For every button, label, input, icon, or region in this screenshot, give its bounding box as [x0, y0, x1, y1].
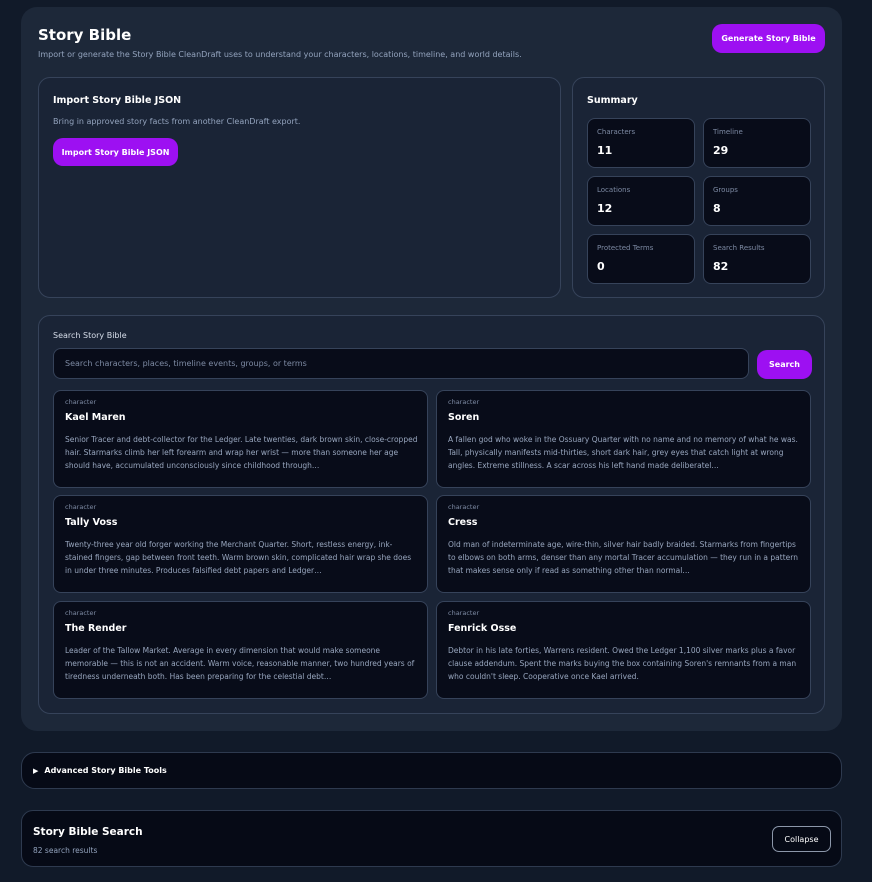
search-results-count: 82 search results [33, 846, 98, 855]
result-type: character [65, 503, 97, 511]
story-bible-search-title: Story Bible Search [33, 826, 143, 838]
import-title: Import Story Bible JSON [53, 95, 182, 106]
result-type: character [65, 398, 97, 406]
stat-label: Characters [597, 128, 636, 136]
stat-tile-locations: Locations 12 [587, 176, 695, 226]
result-type: character [448, 398, 480, 406]
import-description: Bring in approved story facts from anoth… [53, 117, 301, 126]
result-name: Tally Voss [65, 517, 118, 528]
result-card[interactable]: character Kael Maren Senior Tracer and d… [53, 390, 428, 488]
result-name: Kael Maren [65, 412, 126, 423]
result-description: A fallen god who woke in the Ossuary Qua… [448, 435, 798, 470]
summary-card: Summary Characters 11 Timeline 29 Locati… [572, 77, 825, 298]
stat-value: 11 [597, 144, 613, 157]
stat-label: Timeline [713, 128, 743, 136]
search-input[interactable] [53, 348, 749, 379]
stat-label: Groups [713, 186, 738, 194]
result-description: Debtor in his late forties, Warrens resi… [448, 646, 797, 681]
summary-title: Summary [587, 95, 638, 106]
result-type: character [65, 609, 97, 617]
result-card[interactable]: character Tally Voss Twenty-three year o… [53, 495, 428, 593]
stat-value: 0 [597, 260, 605, 273]
stat-value: 29 [713, 144, 729, 157]
story-bible-panel: Story Bible Import or generate the Story… [21, 7, 842, 731]
stat-tile-search-results: Search Results 82 [703, 234, 811, 284]
stat-value: 82 [713, 260, 729, 273]
page-title: Story Bible [38, 26, 132, 44]
page-subtitle: Import or generate the Story Bible Clean… [38, 50, 522, 59]
result-type: character [448, 609, 480, 617]
stat-tile-groups: Groups 8 [703, 176, 811, 226]
generate-story-bible-button[interactable]: Generate Story Bible [712, 24, 825, 53]
result-card[interactable]: character Cress Old man of indeterminate… [436, 495, 811, 593]
import-card: Import Story Bible JSON Bring in approve… [38, 77, 561, 298]
import-story-bible-button[interactable]: Import Story Bible JSON [53, 138, 178, 166]
stat-label: Protected Terms [597, 244, 654, 252]
stat-label: Search Results [713, 244, 765, 252]
stat-value: 8 [713, 202, 721, 215]
search-label: Search Story Bible [53, 331, 127, 340]
stat-tile-timeline: Timeline 29 [703, 118, 811, 168]
result-card[interactable]: character The Render Leader of the Tallo… [53, 601, 428, 699]
collapse-button[interactable]: Collapse [772, 826, 831, 852]
result-description: Leader of the Tallow Market. Average in … [65, 646, 415, 681]
stat-tile-characters: Characters 11 [587, 118, 695, 168]
search-story-bible-card: Search Story Bible Search character Kael… [38, 315, 825, 714]
result-type: character [448, 503, 480, 511]
advanced-tools-label: Advanced Story Bible Tools [44, 766, 167, 775]
caret-right-icon: ▶ [33, 766, 39, 775]
advanced-story-bible-tools-toggle[interactable]: ▶ Advanced Story Bible Tools [21, 752, 842, 789]
story-bible-search-panel: Story Bible Search 82 search results Col… [21, 810, 842, 867]
result-card[interactable]: character Soren A fallen god who woke in… [436, 390, 811, 488]
result-name: Soren [448, 412, 480, 423]
result-description: Twenty-three year old forger working the… [65, 540, 412, 575]
stat-value: 12 [597, 202, 613, 215]
stat-tile-protected-terms: Protected Terms 0 [587, 234, 695, 284]
search-button[interactable]: Search [757, 350, 812, 379]
result-name: Fenrick Osse [448, 623, 517, 634]
result-card[interactable]: character Fenrick Osse Debtor in his lat… [436, 601, 811, 699]
stat-label: Locations [597, 186, 631, 194]
result-description: Old man of indeterminate age, wire-thin,… [448, 540, 798, 575]
result-name: The Render [65, 623, 127, 634]
result-name: Cress [448, 517, 478, 528]
result-description: Senior Tracer and debt-collector for the… [65, 435, 418, 470]
